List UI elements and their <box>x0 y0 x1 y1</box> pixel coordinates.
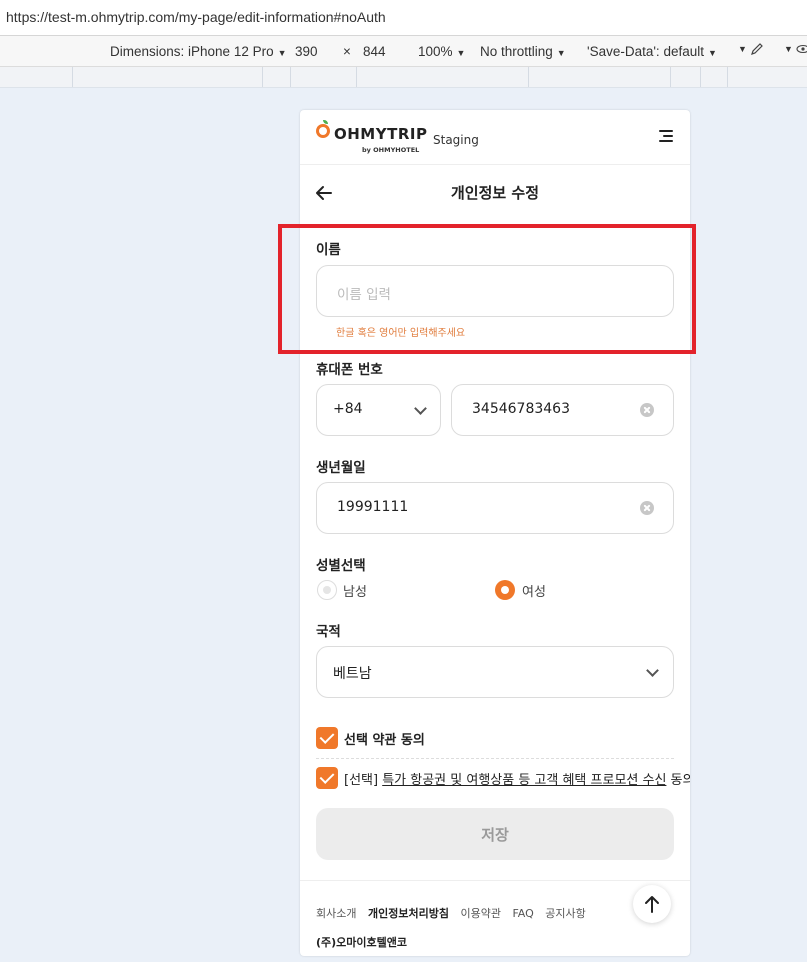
more-options-icon[interactable]: ▼ <box>738 44 747 54</box>
nationality-label: 국적 <box>316 624 341 640</box>
zoom-dropdown[interactable]: 100% ▼ <box>418 44 465 59</box>
phone-label: 휴대폰 번호 <box>316 362 383 378</box>
zoom-label: 100% <box>418 44 453 59</box>
footer-links: 회사소개 개인정보처리방침 이용약관 FAQ 공지사항 <box>316 905 594 921</box>
logo-text: OHMYTRIP <box>334 125 428 143</box>
country-code-value: +84 <box>333 401 363 417</box>
dimensions-dropdown[interactable]: Dimensions: iPhone 12 Pro ▼ <box>110 44 287 59</box>
page-title-bar: 개인정보 수정 <box>300 166 690 218</box>
staging-label: Staging <box>433 133 479 147</box>
browser-url-bar[interactable]: https://test-m.ohmytrip.com/my-page/edit… <box>0 0 807 36</box>
footer-link-faq[interactable]: FAQ <box>512 907 533 920</box>
consent-promo-checkbox[interactable] <box>316 767 338 789</box>
clear-icon[interactable] <box>640 403 654 417</box>
footer-divider <box>300 880 690 881</box>
dropdown-arrow-icon: ▼ <box>277 48 287 58</box>
birthdate-input[interactable]: 19991111 <box>316 482 674 534</box>
consent-promo-link[interactable]: 특가 항공권 및 여행상품 등 고객 혜택 프로모션 수신 <box>382 773 666 788</box>
gender-radio-male[interactable] <box>317 580 337 600</box>
dropdown-arrow-icon: ▼ <box>707 48 717 58</box>
chevron-down-icon <box>414 402 427 415</box>
footer-link-privacy[interactable]: 개인정보처리방침 <box>368 907 449 920</box>
consent-promo-prefix: [선택] <box>344 773 383 788</box>
birthdate-label: 생년월일 <box>316 460 366 476</box>
overflow-arrow-icon[interactable]: ▼ <box>784 44 793 54</box>
consent-promo-label[interactable]: [선택] 특가 항공권 및 여행상품 등 고객 혜택 프로모션 수신 동의 <box>344 769 690 788</box>
gender-label-male[interactable]: 남성 <box>343 581 367 600</box>
birthdate-value: 19991111 <box>337 499 409 515</box>
chevron-down-icon <box>646 664 659 677</box>
nationality-value: 베트남 <box>333 666 372 682</box>
phone-number-value: 34546783463 <box>472 401 570 417</box>
arrow-up-icon <box>645 896 659 913</box>
save-data-dropdown[interactable]: 'Save-Data': default ▼ <box>587 44 717 59</box>
dimensions-label: Dimensions: iPhone 12 Pro <box>110 44 274 59</box>
throttling-dropdown[interactable]: No throttling ▼ <box>480 44 566 59</box>
hamburger-menu-icon[interactable] <box>659 130 674 144</box>
pen-icon[interactable] <box>750 42 764 59</box>
width-field[interactable]: 390 <box>295 44 318 59</box>
footer-link-terms[interactable]: 이용약관 <box>460 907 500 920</box>
devtools-device-toolbar: Dimensions: iPhone 12 Pro ▼ 390 × 844 100… <box>0 36 807 67</box>
annotation-highlight-box <box>278 224 696 354</box>
company-name: (주)오마이호텔앤코 <box>316 936 408 949</box>
phone-number-input[interactable]: 34546783463 <box>451 384 674 436</box>
app-header: OHMYTRIP by OHMYHOTEL Staging <box>300 110 690 165</box>
device-ruler <box>0 67 807 88</box>
gender-label: 성별선택 <box>316 558 366 574</box>
logo-subtitle: by OHMYHOTEL <box>362 146 420 154</box>
save-data-label: 'Save-Data': default <box>587 44 704 59</box>
consent-divider <box>316 758 674 759</box>
dropdown-arrow-icon: ▼ <box>456 48 466 58</box>
dropdown-arrow-icon: ▼ <box>556 48 566 58</box>
country-code-select[interactable]: +84 <box>316 384 441 436</box>
throttling-label: No throttling <box>480 44 553 59</box>
scroll-to-top-button[interactable] <box>633 885 671 923</box>
gender-label-female[interactable]: 여성 <box>522 581 546 600</box>
footer-link-company[interactable]: 회사소개 <box>316 907 356 920</box>
eye-icon[interactable] <box>796 42 807 59</box>
consent-all-checkbox[interactable] <box>316 727 338 749</box>
page-title: 개인정보 수정 <box>450 184 540 202</box>
nationality-select[interactable]: 베트남 <box>316 646 674 698</box>
times-sign: × <box>343 44 351 59</box>
logo-o-mark <box>316 124 330 138</box>
height-field[interactable]: 844 <box>363 44 386 59</box>
footer-link-notice[interactable]: 공지사항 <box>545 907 585 920</box>
clear-icon[interactable] <box>640 501 654 515</box>
gender-radio-female[interactable] <box>495 580 515 600</box>
save-button[interactable]: 저장 <box>316 808 674 860</box>
consent-all-label[interactable]: 선택 약관 동의 <box>344 729 425 748</box>
url-text[interactable]: https://test-m.ohmytrip.com/my-page/edit… <box>6 9 386 25</box>
consent-promo-suffix: 동의 <box>670 773 690 788</box>
